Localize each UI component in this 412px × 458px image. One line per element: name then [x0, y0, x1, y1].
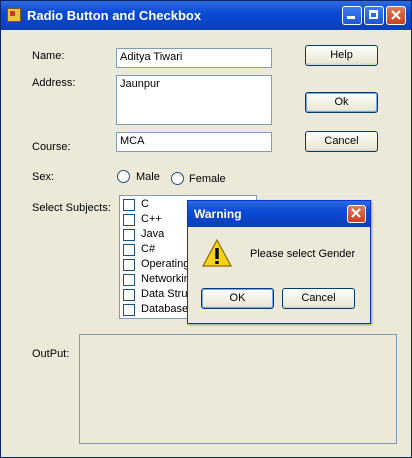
checkbox[interactable] [123, 214, 135, 226]
minimize-icon [347, 16, 355, 19]
sex-label: Sex: [32, 171, 55, 183]
checkbox[interactable] [123, 199, 135, 211]
help-button[interactable]: Help [305, 45, 378, 66]
minimize-button[interactable] [342, 6, 362, 25]
female-radio-label[interactable]: Female [189, 173, 226, 185]
dialog-title-bar[interactable]: Warning [188, 201, 370, 227]
window-title: Radio Button and Checkbox [27, 8, 202, 23]
main-window: Radio Button and Checkbox Name: Aditya T… [0, 0, 412, 458]
close-icon [351, 208, 361, 218]
warning-icon [201, 238, 233, 267]
course-input[interactable]: MCA [116, 132, 272, 152]
checkbox[interactable] [123, 274, 135, 286]
address-input[interactable]: Jaunpur [116, 75, 272, 125]
checkbox[interactable] [123, 259, 135, 271]
address-label: Address: [32, 77, 76, 89]
checkbox[interactable] [123, 289, 135, 301]
cancel-button[interactable]: Cancel [305, 131, 378, 152]
close-icon [391, 10, 401, 20]
checkbox[interactable] [123, 244, 135, 256]
output-box[interactable] [79, 334, 397, 444]
male-radio-label[interactable]: Male [136, 171, 160, 183]
subjects-label: Select Subjects: [32, 202, 111, 214]
maximize-icon [369, 10, 378, 19]
dialog-ok-button[interactable]: OK [201, 288, 274, 309]
app-form-icon [7, 8, 21, 22]
female-radio[interactable] [171, 172, 184, 185]
name-input[interactable]: Aditya Tiwari [116, 48, 272, 68]
warning-dialog: Warning Please select Gender OK Cancel [187, 200, 371, 324]
course-label: Course: [32, 141, 71, 153]
name-label: Name: [32, 50, 65, 62]
output-label: OutPut: [32, 348, 70, 360]
checkbox[interactable] [123, 229, 135, 241]
ok-button[interactable]: Ok [305, 92, 378, 113]
male-radio[interactable] [117, 170, 130, 183]
close-button[interactable] [386, 6, 406, 25]
dialog-cancel-button[interactable]: Cancel [282, 288, 355, 309]
title-bar[interactable]: Radio Button and Checkbox [1, 1, 411, 30]
dialog-close-button[interactable] [347, 205, 366, 223]
checkbox[interactable] [123, 304, 135, 316]
dialog-title: Warning [194, 207, 242, 221]
dialog-message: Please select Gender [250, 248, 356, 260]
maximize-button[interactable] [364, 6, 384, 25]
